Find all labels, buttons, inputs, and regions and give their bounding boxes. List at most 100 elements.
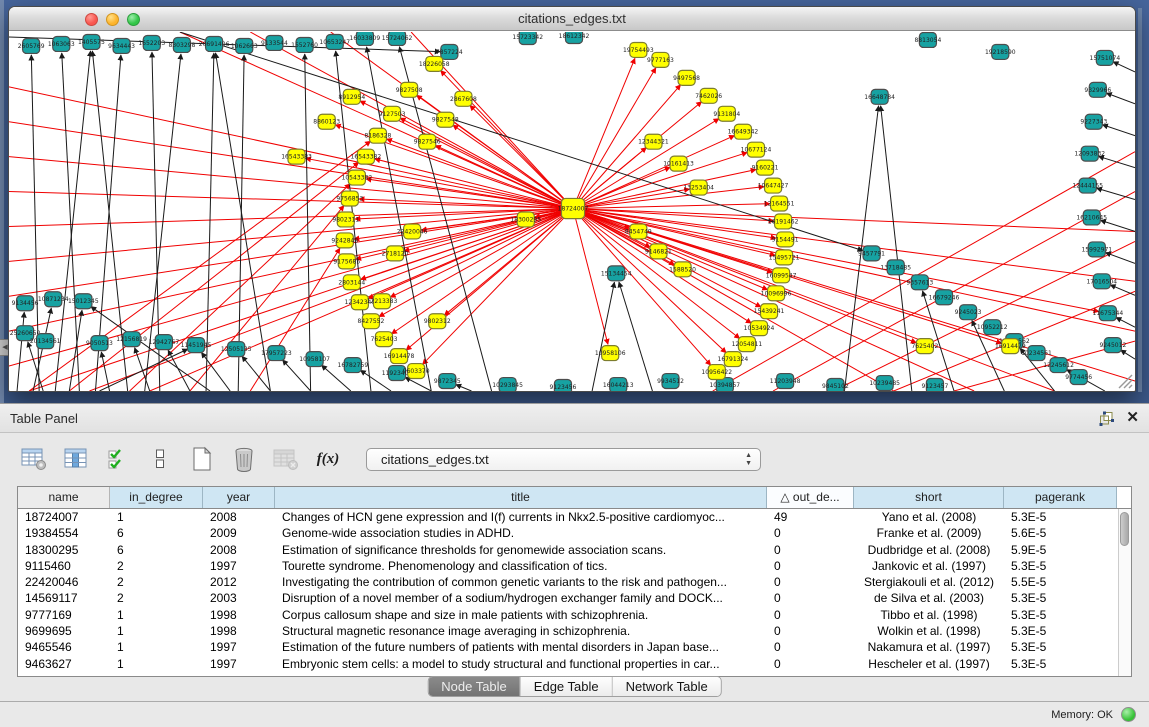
column-header-name[interactable]: name — [18, 487, 110, 508]
table-row[interactable]: 1938455462009Genome-wide association stu… — [18, 525, 1131, 541]
table-panel-header: Table Panel ✕ — [0, 404, 1149, 433]
table-cell: de Silva et al. (2003) — [854, 590, 1004, 606]
table-cell: 9463627 — [18, 656, 110, 672]
table-row[interactable]: 1456911722003Disruption of a novel membe… — [18, 590, 1131, 606]
table-cell: 2 — [110, 574, 203, 590]
table-selector-dropdown[interactable]: citations_edges.txt ▲▼ — [366, 448, 761, 471]
table-cell: 0 — [767, 558, 854, 574]
graph-node-label: 22420046 — [397, 228, 428, 235]
graph-node-label: 1588520 — [669, 266, 696, 273]
graph-node-label: 9357613 — [906, 279, 933, 286]
graph-node-label: 8427552 — [358, 318, 385, 325]
table-cell: Disruption of a novel member of a sodium… — [275, 590, 767, 606]
graph-node-label: 7857224 — [436, 49, 463, 56]
graph-node-label: 9123457 — [922, 383, 949, 390]
close-panel-icon[interactable]: ✕ — [1126, 410, 1139, 426]
table-body: 1872400712008Changes of HCN gene express… — [18, 509, 1131, 672]
graph-node-label: 2605769 — [18, 43, 45, 50]
graph-node-label: 2718120 — [382, 250, 409, 257]
desktop: ◀ citations_edges.txt 260576910630631405… — [0, 0, 1149, 727]
table-cell: 14569117 — [18, 590, 110, 606]
graph-node-label: 10534924 — [744, 325, 775, 332]
table-row[interactable]: 911546021997Tourette syndrome. Phenomeno… — [18, 558, 1131, 574]
graph-node-label: 9245012 — [1099, 342, 1126, 349]
column-header-out_de[interactable]: △ out_de... — [767, 487, 854, 508]
graph-node-label: 16099547 — [766, 272, 797, 279]
table-scrollbar[interactable] — [1118, 509, 1131, 676]
graph-node-label: 16044213 — [603, 382, 634, 389]
column-header-pagerank[interactable]: pagerank — [1004, 487, 1117, 508]
selection-mode-icon[interactable] — [104, 445, 132, 473]
graph-node-label: 9827546 — [414, 139, 441, 146]
table-cell: 5.3E-5 — [1004, 509, 1117, 525]
graph-node-label: 9845102 — [822, 383, 849, 390]
table-row[interactable]: 977716911998Corpus callosum shape and si… — [18, 607, 1131, 623]
graph-node-label: 10394857 — [709, 382, 740, 389]
column-header-year[interactable]: year — [203, 487, 275, 508]
graph-node-label: 9154491 — [772, 236, 799, 243]
table-cell: 22420046 — [18, 574, 110, 590]
table-cell: 1998 — [203, 623, 275, 639]
graph-node-label: 18724007 — [558, 206, 589, 213]
graph-node-label: 10956422 — [701, 369, 732, 376]
graph-node-label: 16791324 — [718, 356, 749, 363]
graph-node-label: 2803144 — [338, 279, 365, 286]
table-cell: Dudbridge et al. (2008) — [854, 542, 1004, 558]
table-cell: 1 — [110, 509, 203, 525]
table-cell: Estimation of significance thresholds fo… — [275, 542, 767, 558]
table-cell: 1998 — [203, 607, 275, 623]
graph-node-label: 9756853 — [336, 196, 363, 203]
graph-node-label: 11203948 — [770, 378, 801, 385]
table-row[interactable]: 969969511998Structural magnetic resonanc… — [18, 623, 1131, 639]
column-header-short[interactable]: short — [854, 487, 1004, 508]
scrollbar-thumb[interactable] — [1120, 512, 1129, 546]
table-mode-icon[interactable] — [20, 445, 48, 473]
graph-node-label: 8813054 — [914, 37, 941, 44]
network-canvas[interactable]: 2605769106306314055759634443165220383032… — [9, 32, 1135, 391]
graph-node-label: 10677124 — [741, 147, 772, 154]
table-cell: Franke et al. (2009) — [854, 525, 1004, 541]
table-cell: 0 — [767, 623, 854, 639]
tab-node-table[interactable]: Node Table — [428, 677, 520, 696]
graph-node-label: 9777163 — [647, 57, 674, 64]
table-row[interactable]: 946554611997Estimation of the future num… — [18, 639, 1131, 655]
graph-node-label: 10952212 — [977, 324, 1008, 331]
graph-node-label: 20691406 — [199, 41, 230, 48]
table-row[interactable]: 1872400712008Changes of HCN gene express… — [18, 509, 1131, 525]
graph-node-label: 10096996 — [761, 290, 792, 297]
column-header-in_degree[interactable]: in_degree — [110, 487, 203, 508]
float-panel-icon[interactable] — [1099, 411, 1114, 426]
table-row[interactable]: 1830029562008Estimation of significance … — [18, 542, 1131, 558]
create-column-icon[interactable] — [188, 445, 216, 473]
tab-network-table[interactable]: Network Table — [612, 677, 721, 696]
column-header-title[interactable]: title — [275, 487, 767, 508]
table-cell: 5.3E-5 — [1004, 656, 1117, 672]
graph-node-label: 15992971 — [1081, 246, 1112, 253]
row-height-icon[interactable] — [146, 445, 174, 473]
table-row[interactable]: 946362711997Embryonic stem cells: a mode… — [18, 656, 1131, 672]
graph-node-label: 12213383 — [367, 298, 398, 305]
table-row[interactable]: 2242004622012Investigating the contribut… — [18, 574, 1131, 590]
graph-node-label: 9802311 — [332, 216, 359, 223]
resize-grip-icon[interactable] — [1115, 371, 1133, 389]
table-cell: Genome-wide association studies in ADHD. — [275, 525, 767, 541]
window-titlebar[interactable]: citations_edges.txt — [9, 7, 1135, 31]
memory-ok-indicator[interactable] — [1121, 707, 1136, 722]
graph-node-label: 11451945 — [181, 342, 212, 349]
citation-network-graph[interactable]: 2605769106306314055759634443165220383032… — [9, 32, 1135, 391]
graph-node-label: 9127503 — [379, 111, 406, 118]
graph-node-label: 17957223 — [261, 350, 292, 357]
table-cell: Tibbo et al. (1998) — [854, 607, 1004, 623]
graph-node-label: 9827508 — [396, 87, 423, 94]
delete-table-icon[interactable] — [272, 445, 300, 473]
delete-columns-icon[interactable] — [230, 445, 258, 473]
function-builder-icon[interactable]: f(x) — [314, 445, 342, 473]
tab-edge-table[interactable]: Edge Table — [520, 677, 612, 696]
graph-node-label: 10958106 — [595, 350, 626, 357]
graph-node-label: 15724062 — [382, 35, 413, 42]
graph-node-label: 12505135 — [221, 346, 252, 353]
graph-node-label: 9123456 — [550, 384, 577, 391]
column-visibility-icon[interactable] — [62, 445, 90, 473]
window-title: citations_edges.txt — [9, 11, 1135, 26]
graph-node-label: 10293845 — [492, 382, 523, 389]
